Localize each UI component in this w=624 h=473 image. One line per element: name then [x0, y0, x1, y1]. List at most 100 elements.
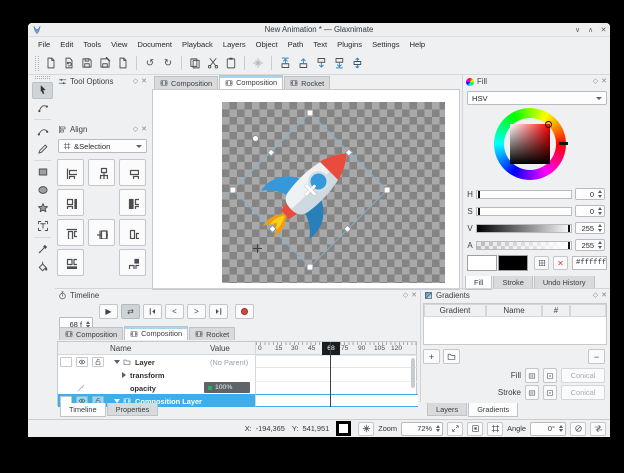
saturation-value-square[interactable] — [510, 124, 550, 164]
secondary-color-swatch[interactable] — [498, 255, 528, 271]
open-button[interactable] — [60, 54, 78, 72]
timeline-scrollbar[interactable] — [411, 358, 415, 388]
expander-icon[interactable] — [114, 360, 120, 364]
clear-color-button[interactable]: ✕ — [553, 256, 568, 270]
selection-handle[interactable] — [229, 187, 236, 194]
v-slider[interactable] — [476, 224, 572, 233]
menu-layers[interactable]: Layers — [218, 37, 251, 52]
selection-handle[interactable] — [307, 264, 314, 271]
menu-settings[interactable]: Settings — [367, 37, 404, 52]
panel-close-button[interactable]: ✕ — [601, 292, 607, 299]
tab-timeline[interactable]: Timeline — [60, 403, 106, 417]
stroke-conical-gradient-button[interactable]: Conical — [561, 385, 605, 400]
fill-radial-gradient-button[interactable] — [543, 368, 557, 383]
align-outside-right-button[interactable] — [119, 189, 146, 216]
palette-button[interactable] — [534, 256, 549, 270]
current-color-indicator[interactable] — [336, 421, 351, 436]
tool-fill-color[interactable] — [32, 259, 53, 276]
tool-rectangle[interactable] — [32, 164, 53, 181]
toggle-cell[interactable] — [60, 357, 72, 367]
undo-button[interactable]: ↺ — [141, 54, 159, 72]
a-slider[interactable] — [476, 241, 572, 250]
value-column-header[interactable]: Value — [210, 344, 230, 353]
menu-text[interactable]: Text — [308, 37, 332, 52]
angle-spinbox[interactable]: 0° — [530, 422, 566, 436]
go-to-start-button[interactable] — [143, 304, 162, 319]
titlebar[interactable]: New Animation * — Glaxnimate ∨ ∧ ✕ — [28, 23, 610, 37]
go-to-end-button[interactable] — [209, 304, 228, 319]
fill-conical-gradient-button[interactable]: Conical — [561, 368, 605, 383]
canvas-viewport[interactable] — [152, 89, 460, 290]
transform-row[interactable]: transform — [58, 368, 416, 381]
lock-cell[interactable] — [92, 357, 104, 367]
fit-zoom-button[interactable] — [447, 422, 463, 436]
export-button[interactable] — [114, 54, 132, 72]
s-spinbox[interactable]: 0 — [575, 205, 605, 217]
menu-playback[interactable]: Playback — [177, 37, 218, 52]
play-button[interactable]: ▶ — [99, 304, 118, 319]
tab-rocket[interactable]: Rocket — [284, 76, 330, 89]
gradient-column-header[interactable]: Gradient — [424, 304, 486, 317]
h-spinbox[interactable]: 0 — [575, 188, 605, 200]
tool-select[interactable] — [32, 82, 53, 99]
panel-close-button[interactable]: ✕ — [141, 126, 147, 133]
paste-button[interactable] — [222, 54, 240, 72]
tab-layers[interactable]: Layers — [427, 403, 467, 416]
opacity-value-badge[interactable]: 100% — [204, 382, 250, 393]
rotation-handle[interactable] — [252, 135, 259, 142]
tool-edit-nodes[interactable] — [32, 100, 53, 117]
preset-gradient-button[interactable] — [443, 349, 460, 364]
align-relative-to-select[interactable]: &Selection — [58, 139, 147, 153]
panel-float-button[interactable]: ◇ — [593, 292, 598, 299]
anchor-point-handle[interactable] — [253, 244, 262, 253]
add-gradient-button[interactable]: + — [423, 349, 440, 364]
align-vcenter-button[interactable] — [88, 219, 115, 246]
panel-float-button[interactable]: ◇ — [133, 78, 138, 85]
zoom-spinbox[interactable]: 72% — [401, 422, 443, 436]
tab-composition-1[interactable]: Composition — [154, 76, 218, 89]
menu-help[interactable]: Help — [405, 37, 431, 52]
selection-edge-handle[interactable] — [267, 148, 275, 156]
fill-linear-gradient-button[interactable] — [525, 368, 539, 383]
cut-button[interactable] — [204, 54, 222, 72]
layer-row[interactable]: Layer (No Parent) — [58, 355, 416, 368]
timeline-tab-rocket[interactable]: Rocket — [189, 327, 235, 340]
menu-plugins[interactable]: Plugins — [332, 37, 367, 52]
save-as-button[interactable] — [96, 54, 114, 72]
reset-zoom-button[interactable] — [467, 422, 483, 436]
panel-close-button[interactable]: ✕ — [411, 292, 417, 299]
panel-float-button[interactable]: ◇ — [133, 126, 138, 133]
align-outside-left-button[interactable] — [57, 189, 84, 216]
previous-frame-button[interactable]: < — [165, 304, 184, 319]
align-bottom-button[interactable] — [119, 219, 146, 246]
new-button[interactable] — [42, 54, 60, 72]
tab-composition-2[interactable]: Composition — [219, 75, 283, 89]
selection-handle[interactable] — [384, 187, 391, 194]
current-frame-indicator[interactable]: 68 — [322, 342, 340, 355]
keyframe-track[interactable] — [255, 368, 418, 381]
visibility-cell[interactable] — [76, 357, 88, 367]
tab-properties[interactable]: Properties — [107, 403, 159, 416]
stroke-linear-gradient-button[interactable] — [525, 385, 539, 400]
align-left-button[interactable] — [57, 159, 84, 186]
panel-float-button[interactable]: ◇ — [403, 292, 408, 299]
stroke-radial-gradient-button[interactable] — [543, 385, 557, 400]
tool-star[interactable] — [32, 200, 53, 217]
toolbox-handle[interactable] — [35, 76, 50, 79]
timeline-tab-composition-2[interactable]: Composition — [124, 326, 188, 340]
tab-gradients[interactable]: Gradients — [468, 403, 518, 417]
panel-close-button[interactable]: ✕ — [141, 78, 147, 85]
gradients-list[interactable]: Gradient Name # — [423, 303, 607, 345]
tool-draw-freehand[interactable] — [32, 141, 53, 158]
reset-rotation-button[interactable] — [570, 422, 586, 436]
toolbar-handle[interactable] — [35, 56, 39, 71]
record-button[interactable] — [235, 304, 254, 319]
v-spinbox[interactable]: 255 — [575, 222, 605, 234]
timeline-ruler[interactable]: 0 15 30 45 75 90 105 120 68 — [255, 342, 418, 355]
next-frame-button[interactable]: > — [187, 304, 206, 319]
keyframe-track[interactable] — [255, 381, 418, 394]
menu-view[interactable]: View — [106, 37, 132, 52]
hue-marker[interactable] — [545, 121, 552, 128]
group-button[interactable] — [249, 54, 267, 72]
align-outside-top-button[interactable] — [57, 249, 84, 276]
